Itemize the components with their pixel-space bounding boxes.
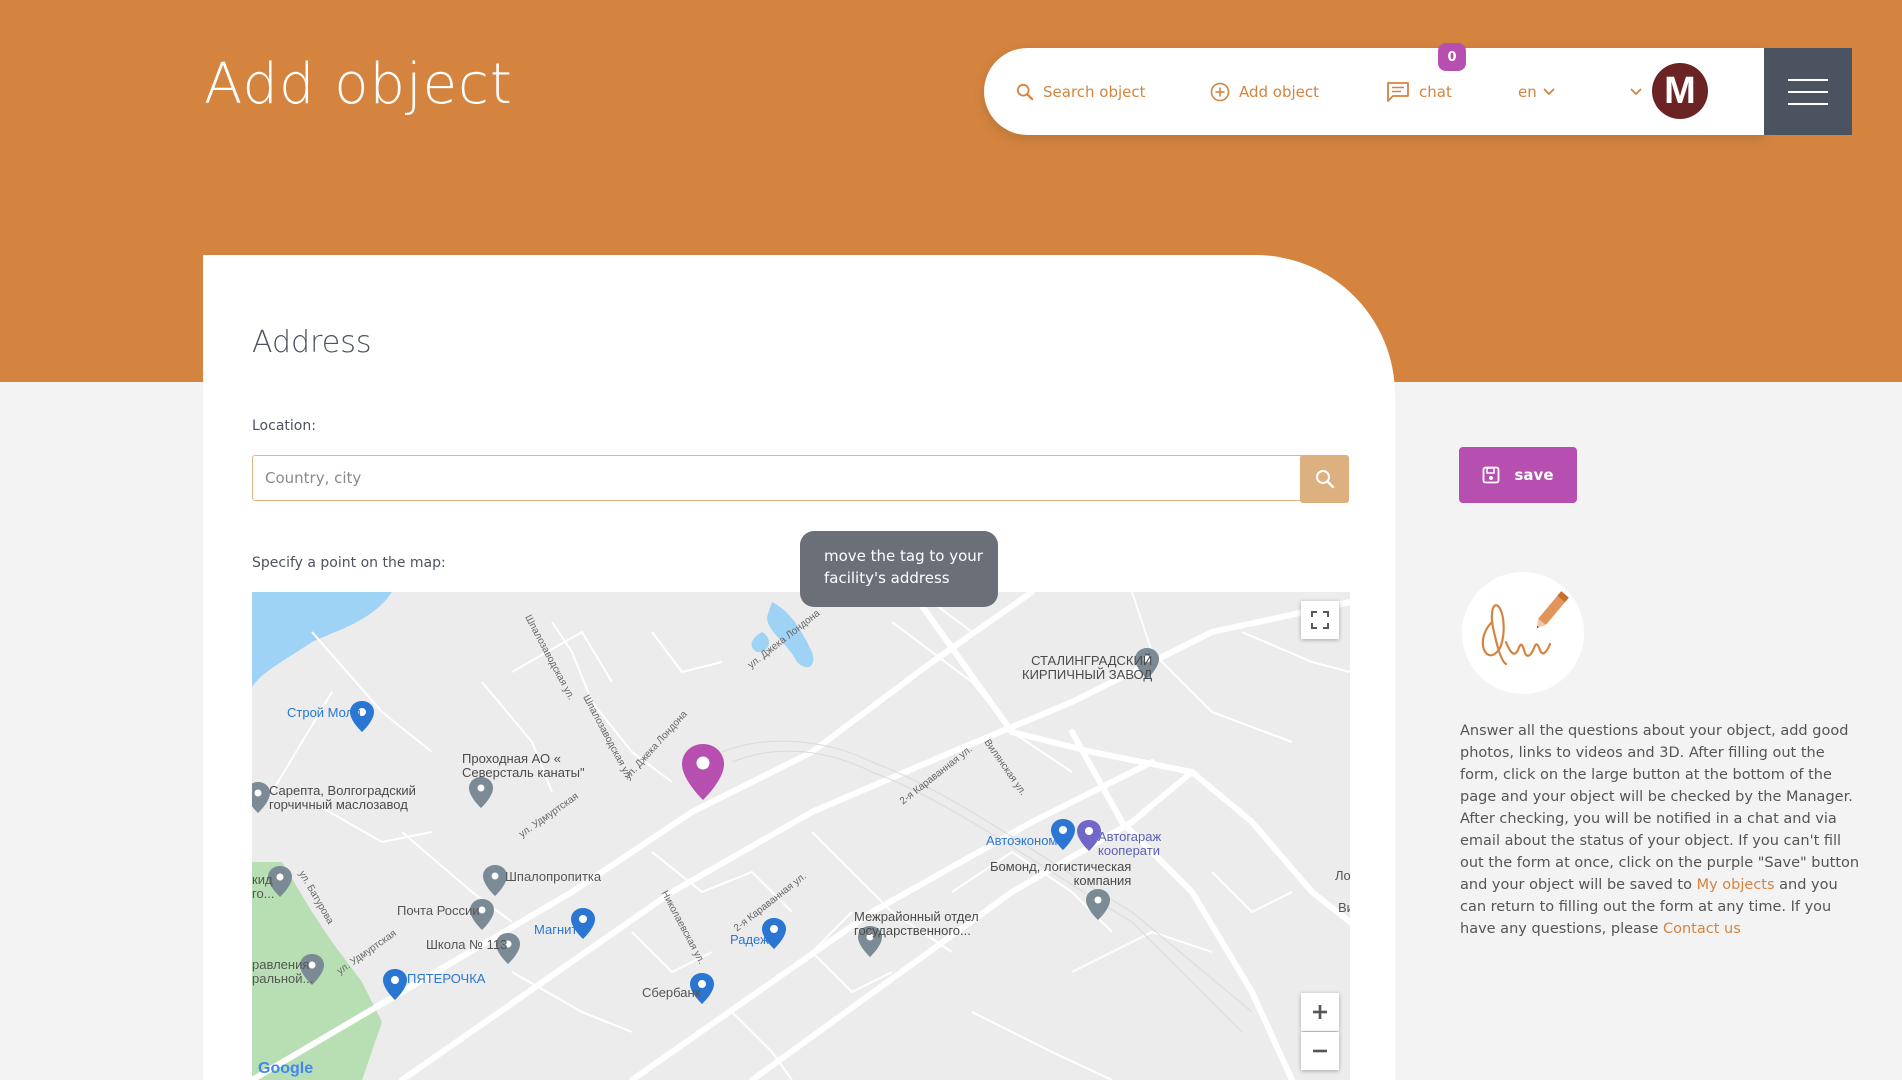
map-canvas[interactable] [252, 592, 1350, 1080]
hamburger-menu-button[interactable] [1764, 48, 1852, 135]
signature-icon [1481, 591, 1569, 666]
nav-chat-label: chat [1419, 82, 1452, 101]
google-logo: Google [258, 1060, 314, 1077]
chat-bubble-icon [1387, 81, 1409, 102]
map-fullscreen-button[interactable] [1301, 601, 1339, 639]
menu-line [1788, 78, 1828, 81]
plus-icon [1313, 1005, 1327, 1019]
nav-search-label: Search object [1043, 82, 1146, 101]
location-search-button[interactable] [1300, 455, 1349, 503]
map-label: равления [252, 957, 310, 972]
map-zoom-in-button[interactable] [1301, 993, 1339, 1031]
section-title-address: Address [252, 325, 372, 360]
map-label: Межрайонный отдел государственного... [854, 909, 979, 938]
nav-add-object[interactable]: Add object [1210, 48, 1319, 135]
menu-line [1788, 102, 1828, 105]
menu-line [1788, 90, 1828, 93]
fullscreen-icon [1311, 611, 1329, 629]
location-input[interactable] [252, 455, 1321, 501]
nav-search-object[interactable]: Search object [1016, 48, 1146, 135]
map-label: Магнит [534, 922, 578, 937]
page-title: Add object [204, 52, 513, 117]
minus-icon [1313, 1049, 1327, 1053]
map-label: СТАЛИНГРАДСКИЙ КИРПИЧНЫЙ ЗАВОД [1022, 653, 1153, 682]
language-selector[interactable]: en [1518, 48, 1555, 135]
avatar[interactable]: M [1652, 63, 1708, 119]
map-label: Автоэконом [986, 833, 1058, 848]
map-label: Сбербанк [642, 985, 701, 1000]
chat-unread-badge: 0 [1438, 43, 1466, 71]
contact-us-link[interactable]: Contact us [1663, 921, 1741, 937]
map-label: Строй Молл [287, 705, 361, 720]
map-label: Радеж [730, 932, 769, 947]
map-label: Ло [1335, 868, 1350, 883]
map-label: Школа № 113 [426, 937, 508, 952]
map-label: Ви [1338, 900, 1350, 915]
plus-circle-icon [1210, 82, 1230, 101]
map-point-label: Specify a point on the map: [252, 555, 446, 571]
map-label: ПЯТЕРОЧКА [407, 971, 486, 986]
map-label: кид [252, 872, 273, 887]
map-label: Почта России [397, 903, 480, 918]
map-zoom-out-button[interactable] [1301, 1032, 1339, 1070]
my-objects-link[interactable]: My objects [1697, 877, 1775, 893]
map-hint-tooltip: move the tag to your facility's address [800, 531, 998, 607]
map-view[interactable]: Строй Молл Проходная АО «Северсталь кана… [252, 592, 1350, 1080]
map-label: Шпалопропитка [505, 869, 602, 884]
map-label: Сарепта, Волгоградский горчичный маслозав… [269, 783, 416, 812]
language-value: en [1518, 82, 1537, 101]
save-button-label: save [1514, 466, 1554, 484]
user-menu-toggle[interactable] [1630, 48, 1651, 135]
map-label: Автогараж кооперати [1098, 829, 1162, 858]
search-icon [1315, 470, 1334, 489]
top-navigation: Search object Add object chat en [984, 48, 1764, 135]
nav-add-label: Add object [1239, 82, 1320, 101]
save-button[interactable]: save [1459, 447, 1577, 503]
address-form-card: Address Location: Specify a point on the… [203, 255, 1395, 1080]
map-label: Проходная АО «Северсталь канаты" [462, 751, 585, 780]
help-text: Answer all the questions about your obje… [1460, 723, 1860, 937]
signature-illustration [1462, 572, 1584, 694]
map-label: Бомонд, логистическая компания [990, 859, 1132, 888]
map-label: го... [252, 886, 275, 901]
search-icon [1016, 83, 1034, 100]
location-label: Location: [252, 418, 316, 434]
chevron-down-icon [1630, 87, 1642, 95]
map-label: ральной... [252, 971, 314, 986]
map-pin-icon [682, 744, 724, 800]
chevron-down-icon [1543, 87, 1555, 95]
floppy-disk-icon [1483, 466, 1500, 484]
